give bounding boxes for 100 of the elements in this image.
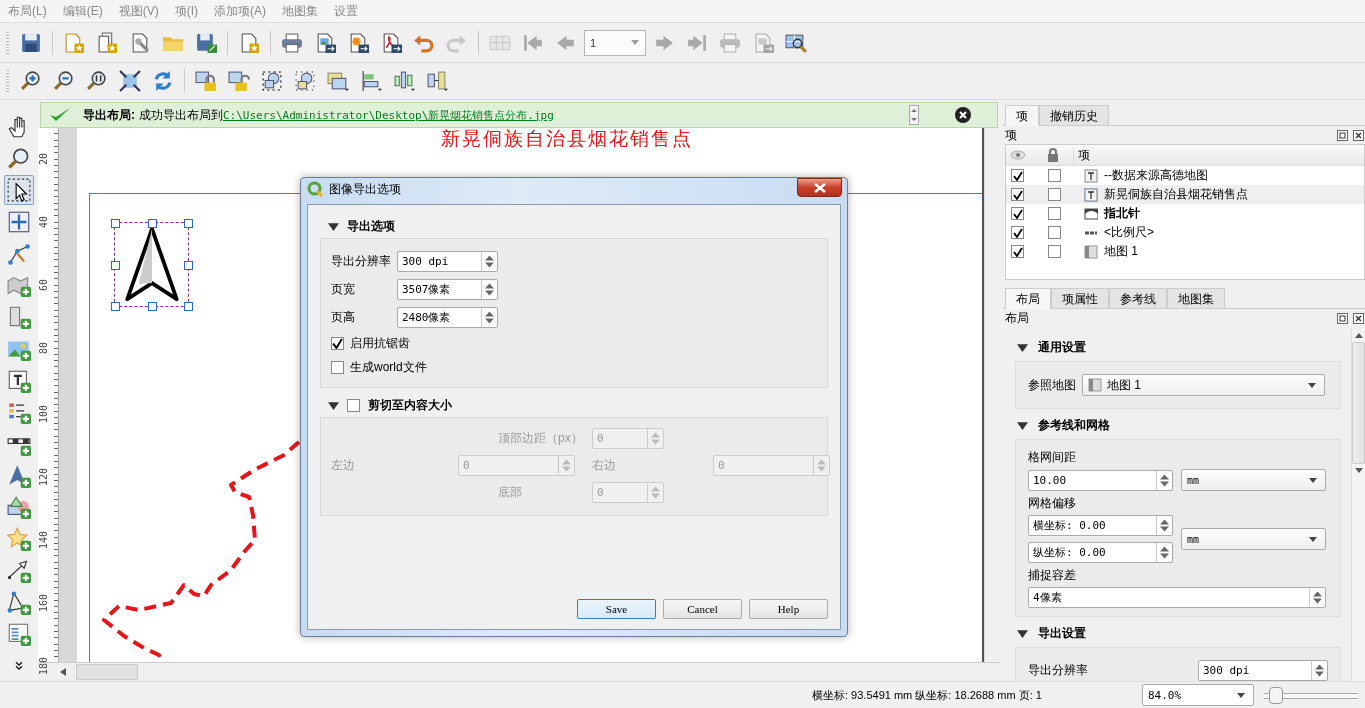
dialog-button[interactable]: Save bbox=[577, 599, 656, 619]
scroll-arrows-icon[interactable] bbox=[909, 105, 919, 125]
panel-tab[interactable]: 地图集 bbox=[1167, 288, 1225, 308]
ruler-label: 180 bbox=[38, 657, 50, 676]
dropdown[interactable]: mm bbox=[1181, 528, 1326, 550]
vertical-scrollbar[interactable] bbox=[1351, 329, 1365, 681]
map-magnifier-icon bbox=[785, 31, 807, 54]
item-name[interactable]: --数据来源高德地图 bbox=[1104, 167, 1208, 184]
panel-tab[interactable]: 布局 bbox=[1005, 288, 1051, 309]
dialog-button[interactable]: Help bbox=[749, 599, 828, 619]
document-add-icon bbox=[7, 305, 31, 330]
panel-tab[interactable]: 项属性 bbox=[1051, 288, 1109, 308]
close-button[interactable] bbox=[797, 178, 842, 197]
pointer-icon bbox=[7, 178, 31, 203]
selection-handle[interactable] bbox=[111, 302, 120, 311]
collapse-triangle-icon[interactable] bbox=[1017, 342, 1028, 353]
lock-checkbox[interactable] bbox=[1048, 245, 1061, 258]
spin-arrows-icon bbox=[558, 456, 574, 475]
caret-icon bbox=[1309, 477, 1317, 483]
visibility-checkbox[interactable] bbox=[1011, 245, 1024, 258]
spin-box[interactable]: 300 dpi bbox=[397, 250, 498, 272]
item-name[interactable]: 地图 1 bbox=[1104, 243, 1138, 260]
field-label: 导出分辨率 bbox=[1028, 662, 1088, 679]
caret-icon bbox=[1237, 692, 1245, 698]
float-icon[interactable] bbox=[1337, 129, 1348, 141]
close-icon[interactable] bbox=[955, 107, 971, 123]
menu-item[interactable]: 设置 bbox=[326, 2, 366, 20]
selection-handle[interactable] bbox=[111, 260, 120, 270]
ruler-label: 160 bbox=[38, 594, 50, 613]
selection-handle[interactable] bbox=[147, 219, 157, 228]
item-name[interactable]: 指北针 bbox=[1104, 205, 1140, 222]
close-icon bbox=[813, 182, 826, 193]
checkbox[interactable] bbox=[331, 360, 344, 374]
collapse-triangle-icon[interactable] bbox=[328, 220, 339, 232]
spin-box[interactable]: 300 dpi bbox=[1198, 660, 1328, 681]
left-arrow-icon[interactable] bbox=[60, 668, 66, 676]
picture-item-icon bbox=[1084, 206, 1098, 221]
dropdown[interactable]: mm bbox=[1181, 469, 1326, 491]
lock-checkbox[interactable] bbox=[1048, 226, 1061, 239]
spin-box[interactable]: 纵坐标: 0.00 bbox=[1028, 542, 1173, 563]
checkbox[interactable] bbox=[331, 336, 344, 350]
lock-checkbox[interactable] bbox=[1048, 188, 1061, 201]
section-title: 通用设置 bbox=[1038, 339, 1086, 356]
dropdown[interactable]: 84.0% bbox=[1142, 684, 1254, 706]
panel-tab[interactable]: 参考线 bbox=[1109, 288, 1167, 308]
slider-thumb[interactable] bbox=[1268, 686, 1283, 704]
visibility-checkbox[interactable] bbox=[1011, 226, 1024, 239]
selection-handle[interactable] bbox=[184, 302, 193, 311]
magnifier-icon bbox=[86, 70, 108, 92]
menu-item[interactable]: 编辑(E) bbox=[54, 2, 111, 20]
collapse-triangle-icon[interactable] bbox=[1017, 628, 1028, 639]
panel-tab[interactable]: 撤销历史 bbox=[1039, 105, 1109, 125]
ruler-label: 100 bbox=[38, 405, 50, 424]
lock-checkbox[interactable] bbox=[1048, 169, 1061, 182]
checkbox-label: 生成world文件 bbox=[350, 358, 427, 376]
visibility-checkbox[interactable] bbox=[1011, 188, 1024, 201]
file-link[interactable]: C:\Users\Administrator\Desktop\新晃烟花销售点分布.jpg bbox=[223, 107, 554, 123]
dialog-button[interactable]: Cancel bbox=[663, 599, 742, 619]
field-label: 左边 bbox=[331, 457, 356, 474]
tool-button[interactable] bbox=[4, 175, 34, 206]
visibility-checkbox[interactable] bbox=[1011, 207, 1024, 220]
spin-arrows-icon bbox=[481, 307, 497, 327]
selection-handle[interactable] bbox=[111, 219, 120, 228]
move-icon bbox=[7, 210, 31, 234]
dropdown[interactable]: 地图 1 bbox=[1082, 374, 1325, 396]
selection-handle[interactable] bbox=[184, 219, 193, 228]
ruler-label: 20 bbox=[38, 153, 50, 166]
field-label: 网格偏移 bbox=[1028, 494, 1077, 512]
spin-box[interactable]: 4像素 bbox=[1028, 587, 1326, 608]
refresh-icon bbox=[152, 70, 174, 92]
spin-box[interactable]: 10.00 bbox=[1028, 469, 1173, 491]
map-item-icon bbox=[1084, 244, 1098, 259]
selection-handle[interactable] bbox=[147, 302, 157, 311]
down-arrow-icon[interactable] bbox=[1354, 468, 1363, 473]
section-title: 剪切至内容大小 bbox=[368, 396, 452, 414]
text-add-icon bbox=[7, 368, 31, 393]
collapse-triangle-icon[interactable] bbox=[1017, 420, 1028, 431]
panel-title: 布局 bbox=[1005, 309, 1029, 327]
spin-arrows-icon bbox=[1156, 516, 1172, 535]
spin-box[interactable]: 2480像素 bbox=[397, 306, 498, 328]
scrollbar-thumb[interactable] bbox=[76, 664, 138, 680]
shapes-add-icon bbox=[7, 495, 31, 520]
lock-checkbox[interactable] bbox=[1048, 207, 1061, 220]
float-icon[interactable] bbox=[1337, 312, 1348, 324]
layers-icon bbox=[327, 70, 349, 92]
panel-tab[interactable]: 项 bbox=[1005, 105, 1039, 126]
map-title[interactable]: 新晃侗族自治县烟花销售点 bbox=[377, 128, 757, 152]
spin-box[interactable]: 3507像素 bbox=[397, 278, 498, 300]
field-label: 底部 bbox=[497, 484, 523, 501]
up-arrow-icon[interactable] bbox=[1354, 333, 1363, 338]
arrow-add-icon bbox=[7, 558, 31, 583]
selection-handle[interactable] bbox=[184, 260, 193, 270]
item-name[interactable]: <比例尺> bbox=[1104, 224, 1154, 241]
spin-box[interactable]: 横坐标: 0.00 bbox=[1028, 515, 1173, 536]
close-icon[interactable] bbox=[1353, 312, 1364, 324]
scrollbar-thumb[interactable] bbox=[1352, 342, 1365, 464]
close-icon[interactable] bbox=[1353, 129, 1364, 141]
html-add-icon bbox=[7, 622, 31, 647]
visibility-checkbox[interactable] bbox=[1011, 169, 1024, 182]
align-left-icon bbox=[360, 70, 382, 92]
